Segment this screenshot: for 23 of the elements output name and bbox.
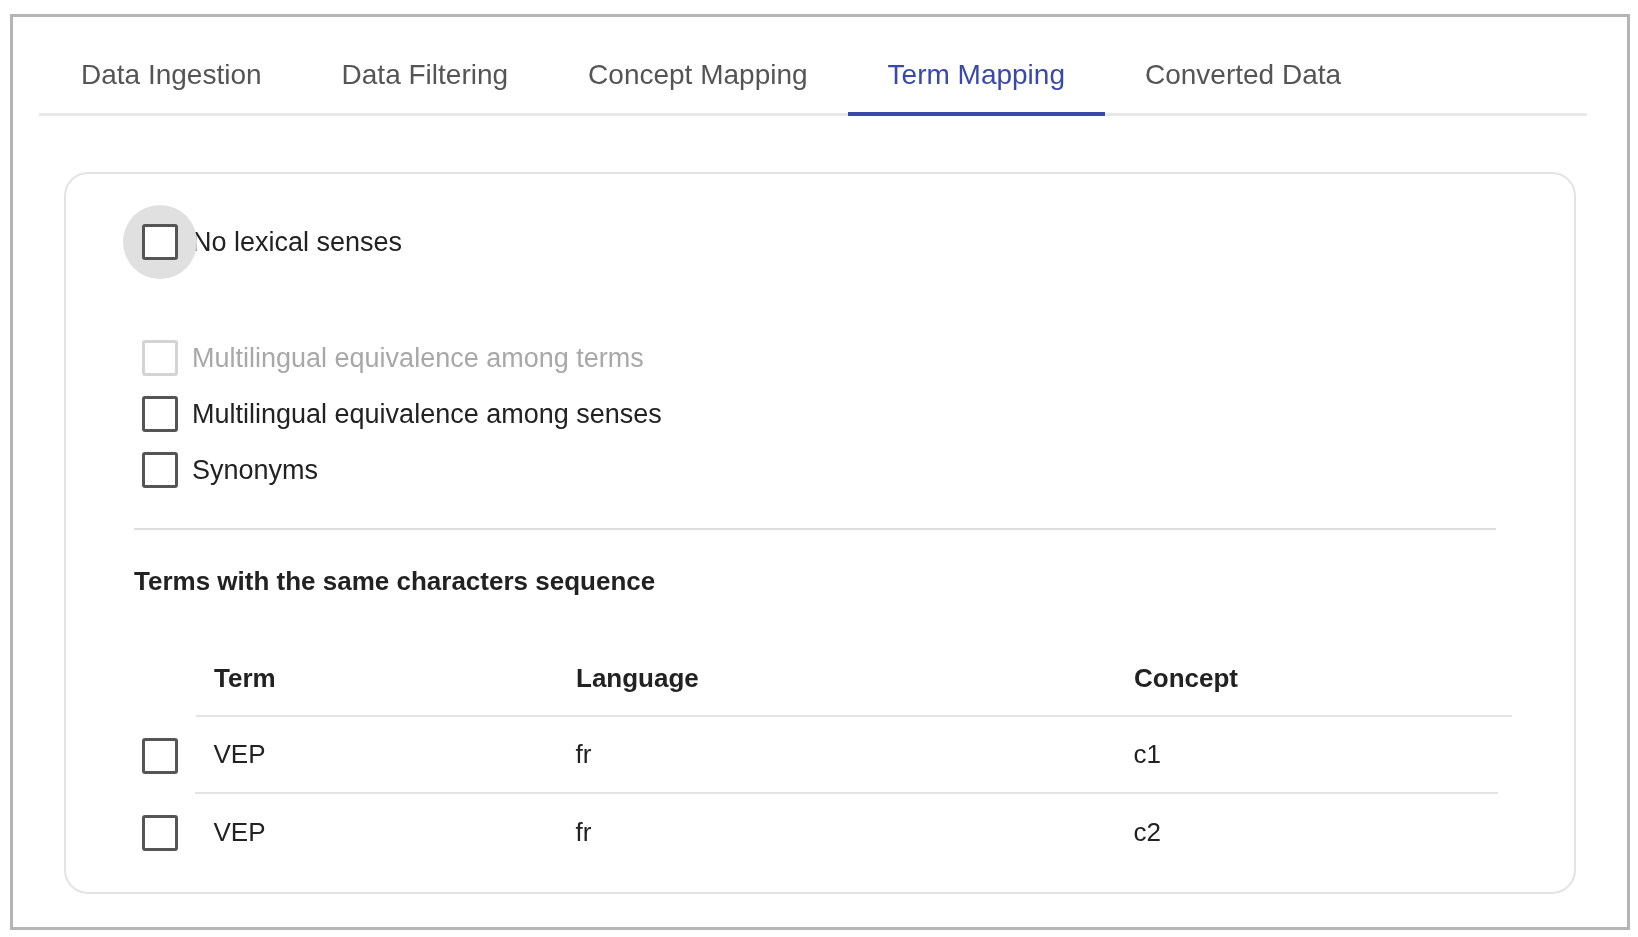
table-cell-text: VEP: [212, 816, 267, 849]
column-header: Language: [575, 661, 700, 695]
column-header: Concept: [1133, 661, 1238, 695]
tab[interactable]: Data Filtering: [301, 37, 549, 116]
table-cell-text: c1: [1132, 738, 1161, 771]
checkbox[interactable]: [142, 452, 178, 488]
checkbox[interactable]: [142, 224, 178, 260]
tab[interactable]: Concept Mapping: [548, 37, 848, 116]
table-cell-text: fr: [574, 816, 593, 849]
checkbox-label: Multilingual equivalence among senses: [192, 397, 662, 431]
tab[interactable]: Term Mapping: [847, 37, 1105, 116]
table-cell-text: fr: [574, 738, 593, 771]
checkbox[interactable]: [142, 814, 178, 851]
checkbox-label: Multilingual equivalence among terms: [192, 341, 644, 375]
section-title: Terms with the same characters sequence: [134, 565, 657, 598]
tab[interactable]: Data Ingestion: [41, 37, 302, 116]
table-cell-text: VEP: [212, 738, 267, 771]
checkbox[interactable]: [142, 737, 178, 774]
table-cell-text: c2: [1132, 816, 1161, 849]
checkbox-label: Synonyms: [192, 453, 319, 487]
checkbox[interactable]: [142, 396, 178, 432]
column-header: Term: [213, 661, 277, 695]
tab[interactable]: Converted Data: [1105, 37, 1382, 116]
